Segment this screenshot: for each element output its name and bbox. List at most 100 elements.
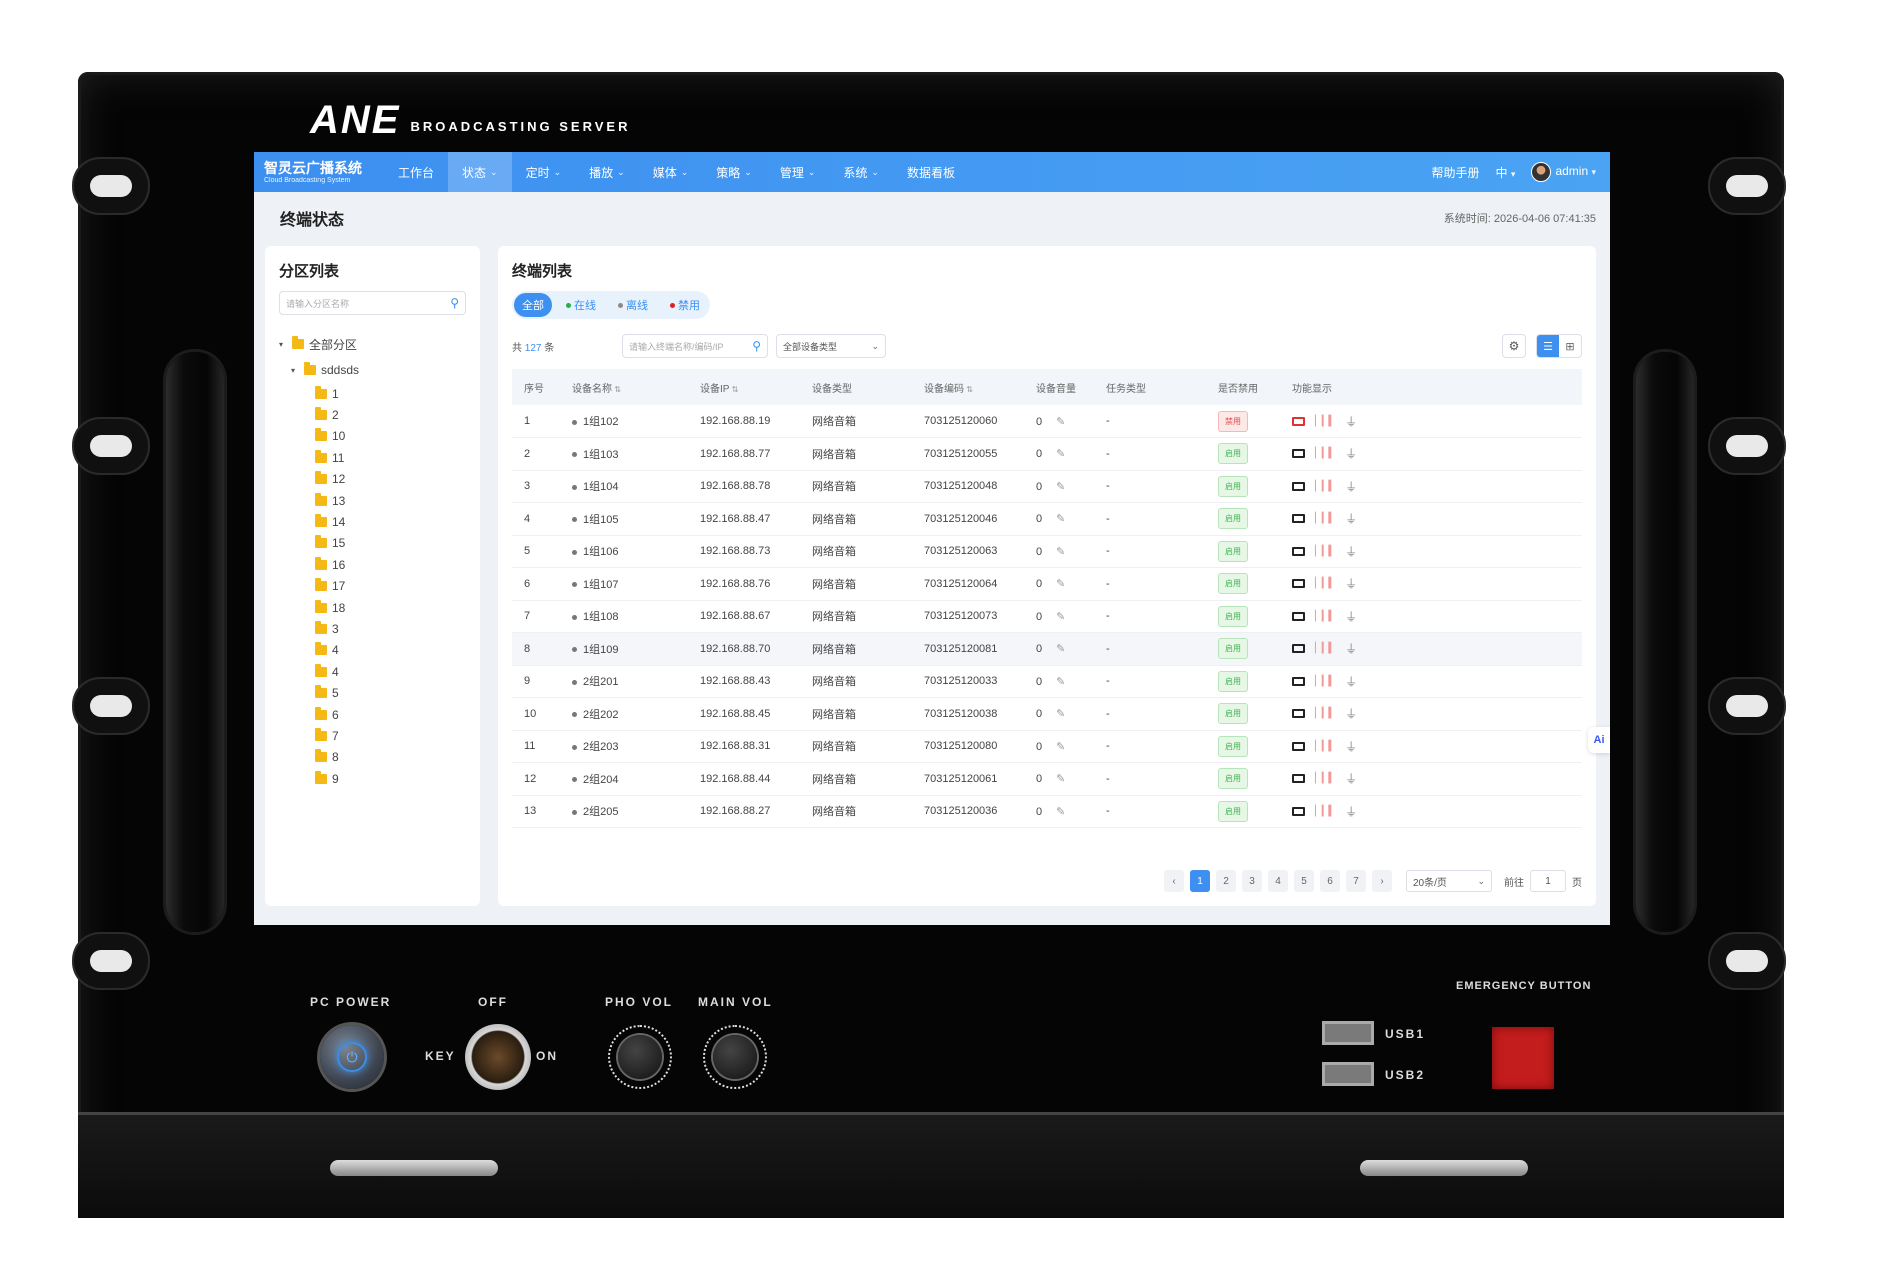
table-row[interactable]: 7 1组108 192.168.88.67 网络音箱 703125120073 0 ✎ - 启用… [512, 600, 1582, 633]
tree-node[interactable]: 15 [279, 533, 466, 554]
table-row[interactable]: 6 1组107 192.168.88.76 网络音箱 703125120064 0 ✎ - 启用… [512, 567, 1582, 601]
edit-icon[interactable]: ✎ [1056, 546, 1065, 558]
tree-node[interactable]: 13 [279, 490, 466, 511]
table-row[interactable]: 9 2组201 192.168.88.43 网络音箱 703125120033 0 ✎ - 启用… [512, 665, 1582, 698]
table-row[interactable]: 2 1组103 192.168.88.77 网络音箱 703125120055 0 ✎ - 启用… [512, 437, 1582, 471]
edit-icon[interactable]: ✎ [1056, 416, 1065, 428]
edit-icon[interactable]: ✎ [1056, 806, 1065, 818]
user-menu[interactable]: admin ▾ [1531, 162, 1596, 182]
tree-node[interactable]: 8 [279, 747, 466, 768]
tree-node[interactable]: 1 [279, 383, 466, 404]
emergency-button[interactable] [1492, 1027, 1554, 1089]
plug-icon[interactable]: ⏚ [1345, 543, 1357, 560]
terminal-search-input[interactable]: 请输入终端名称/编码/IP ⚲ [622, 334, 768, 358]
plug-icon[interactable]: ⏚ [1345, 673, 1357, 690]
list-view-button[interactable]: ☰ [1537, 335, 1559, 357]
speaker-icon[interactable] [1292, 806, 1305, 816]
signal-icon[interactable]: ▏▎▍ [1315, 416, 1336, 427]
tree-node[interactable]: 2 [279, 404, 466, 425]
status-badge[interactable]: 启用 [1218, 573, 1248, 595]
signal-icon[interactable]: ▏▎▍ [1315, 481, 1336, 492]
help-manual-link[interactable]: 帮助手册 [1432, 164, 1480, 181]
edit-icon[interactable]: ✎ [1056, 513, 1065, 525]
speaker-icon[interactable] [1292, 449, 1305, 459]
edit-icon[interactable]: ✎ [1056, 481, 1065, 493]
status-badge[interactable]: 启用 [1218, 703, 1248, 725]
tree-node[interactable]: 14 [279, 511, 466, 532]
page-button-4[interactable]: 4 [1268, 870, 1288, 892]
plug-icon[interactable]: ⏚ [1345, 770, 1357, 787]
nav-item-7[interactable]: 系统 ⌄ [829, 152, 893, 192]
column-header[interactable]: 设备IP ⇅ [688, 369, 800, 405]
tree-node[interactable]: 12 [279, 469, 466, 490]
nav-item-8[interactable]: 数据看板 [893, 152, 969, 192]
signal-icon[interactable]: ▏▎▍ [1315, 513, 1336, 524]
status-badge[interactable]: 启用 [1218, 540, 1248, 562]
speaker-icon[interactable] [1292, 676, 1305, 686]
status-badge[interactable]: 启用 [1218, 670, 1248, 692]
status-badge[interactable]: 启用 [1218, 768, 1248, 790]
sort-icon[interactable]: ⇅ [964, 385, 973, 394]
status-badge[interactable]: 启用 [1218, 800, 1248, 822]
caret-down-icon[interactable]: ▾ [279, 340, 287, 349]
filter-tab-3[interactable]: 禁用 [662, 293, 708, 317]
signal-icon[interactable]: ▏▎▍ [1315, 741, 1336, 752]
main-vol-knob[interactable] [703, 1025, 767, 1089]
status-badge[interactable]: 禁用 [1218, 410, 1248, 432]
edit-icon[interactable]: ✎ [1056, 676, 1065, 688]
table-row[interactable]: 1 1组102 192.168.88.19 网络音箱 703125120060 0 ✎ - 禁用… [512, 405, 1582, 438]
edit-icon[interactable]: ✎ [1056, 643, 1065, 655]
speaker-icon[interactable] [1292, 741, 1305, 751]
tree-node[interactable]: 6 [279, 704, 466, 725]
column-header[interactable]: 设备编码 ⇅ [912, 369, 1024, 405]
edit-icon[interactable]: ✎ [1056, 611, 1065, 623]
nav-item-1[interactable]: 状态 ⌄ [448, 152, 512, 192]
tree-node[interactable]: 3 [279, 618, 466, 639]
page-button-1[interactable]: 1 [1190, 870, 1210, 892]
tree-node[interactable]: 18 [279, 597, 466, 618]
edit-icon[interactable]: ✎ [1056, 708, 1065, 720]
settings-button[interactable]: ⚙ [1502, 334, 1526, 358]
table-row[interactable]: 11 2组203 192.168.88.31 网络音箱 703125120080 0 ✎ - 启… [512, 730, 1582, 763]
signal-icon[interactable]: ▏▎▍ [1315, 578, 1336, 589]
prev-page-button[interactable]: ‹ [1164, 870, 1184, 892]
tree-node[interactable]: 4 [279, 640, 466, 661]
signal-icon[interactable]: ▏▎▍ [1315, 448, 1336, 459]
plug-icon[interactable]: ⏚ [1345, 413, 1357, 430]
table-row[interactable]: 13 2组205 192.168.88.27 网络音箱 703125120036 0 ✎ - 启… [512, 795, 1582, 828]
speaker-icon[interactable] [1292, 644, 1305, 654]
filter-tab-2[interactable]: 离线 [610, 293, 656, 317]
page-button-6[interactable]: 6 [1320, 870, 1340, 892]
tree-node[interactable]: 16 [279, 554, 466, 575]
nav-item-0[interactable]: 工作台 [384, 152, 448, 192]
sort-icon[interactable]: ⇅ [729, 385, 739, 394]
signal-icon[interactable]: ▏▎▍ [1315, 773, 1336, 784]
status-badge[interactable]: 启用 [1218, 638, 1248, 660]
table-row[interactable]: 8 1组109 192.168.88.70 网络音箱 703125120081 0 ✎ - 启用… [512, 632, 1582, 666]
speaker-icon[interactable] [1292, 579, 1305, 589]
key-switch[interactable] [465, 1024, 531, 1090]
edit-icon[interactable]: ✎ [1056, 741, 1065, 753]
search-icon[interactable]: ⚲ [752, 339, 761, 353]
tree-node[interactable]: 9 [279, 768, 466, 789]
speaker-icon[interactable] [1292, 416, 1305, 426]
signal-icon[interactable]: ▏▎▍ [1315, 676, 1336, 687]
caret-down-icon[interactable]: ▾ [291, 366, 299, 375]
page-button-3[interactable]: 3 [1242, 870, 1262, 892]
signal-icon[interactable]: ▏▎▍ [1315, 806, 1336, 817]
page-button-2[interactable]: 2 [1216, 870, 1236, 892]
speaker-icon[interactable] [1292, 774, 1305, 784]
nav-item-2[interactable]: 定时 ⌄ [512, 152, 576, 192]
status-badge[interactable]: 启用 [1218, 443, 1248, 465]
table-row[interactable]: 5 1组106 192.168.88.73 网络音箱 703125120063 0 ✎ - 启用… [512, 535, 1582, 568]
status-badge[interactable]: 启用 [1218, 508, 1248, 530]
search-icon[interactable]: ⚲ [450, 296, 459, 310]
nav-item-4[interactable]: 媒体 ⌄ [639, 152, 703, 192]
plug-icon[interactable]: ⏚ [1345, 640, 1357, 657]
page-button-7[interactable]: 7 [1346, 870, 1366, 892]
tree-node[interactable]: 11 [279, 447, 466, 468]
language-switch[interactable]: 中 ▾ [1496, 164, 1516, 181]
ai-assistant-button[interactable]: Ai [1588, 727, 1610, 753]
tree-node[interactable]: 10 [279, 426, 466, 447]
tree-node[interactable]: 5 [279, 682, 466, 703]
